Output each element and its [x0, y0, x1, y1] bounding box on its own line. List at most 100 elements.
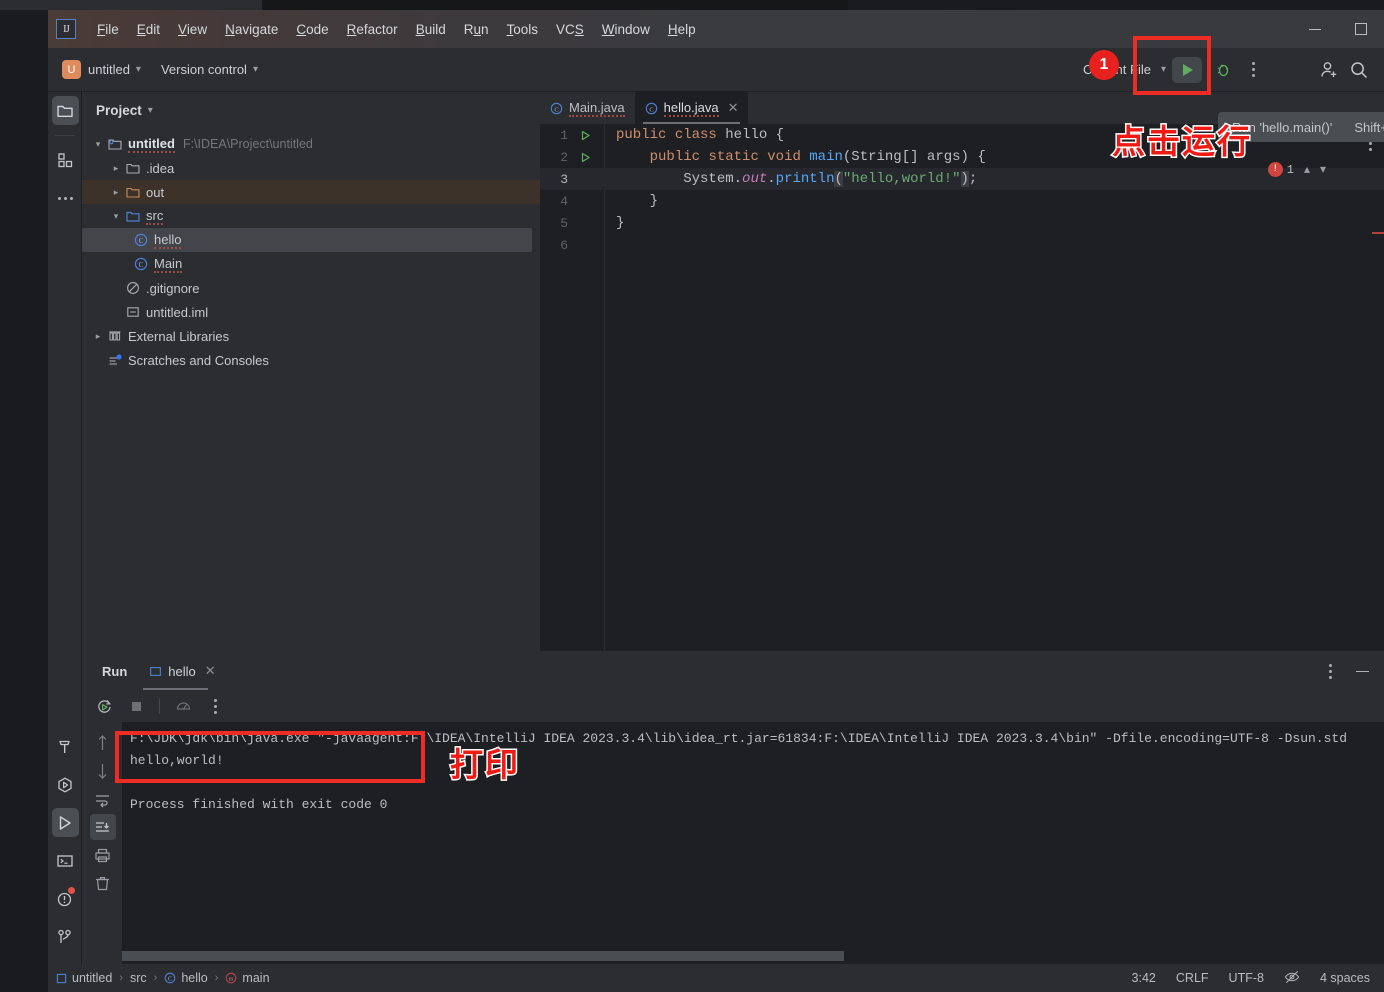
console-hscrollbar[interactable] — [122, 951, 1384, 961]
menu-file[interactable]: File — [88, 19, 128, 40]
tree-row-hello[interactable]: C hello — [82, 228, 532, 252]
close-icon[interactable]: ✕ — [728, 100, 739, 116]
editor-tab-hello-java[interactable]: C hello.java ✕ — [634, 92, 749, 124]
menu-code[interactable]: Code — [287, 19, 337, 40]
soft-wrap-button[interactable] — [88, 786, 116, 812]
tree-label: .gitignore — [146, 280, 200, 296]
debug-button[interactable] — [1208, 55, 1238, 85]
rail-structure-button[interactable] — [48, 141, 82, 179]
rail-git-button[interactable] — [48, 918, 82, 956]
scratches-icon — [106, 353, 124, 367]
version-control-label[interactable]: Version control — [161, 62, 247, 77]
chevron-right-icon[interactable]: ▸ — [108, 187, 124, 198]
rail-more-button[interactable] — [48, 179, 82, 217]
tree-row-src[interactable]: ▾ src — [82, 204, 540, 228]
toolbar-right-group: Current File ▾ — [1083, 55, 1384, 85]
run-tab-hello[interactable]: hello ✕ — [143, 652, 221, 690]
run-gutter-icon[interactable] — [574, 130, 596, 141]
intellij-idea-logo-icon: IJ — [56, 19, 76, 39]
tree-row-external-libraries[interactable]: ▸ External Libraries — [82, 324, 540, 348]
chevron-down-icon[interactable]: ▾ — [148, 105, 153, 116]
iml-file-icon — [124, 305, 142, 319]
indent-setting[interactable]: 4 spaces — [1320, 971, 1370, 985]
tree-row-iml[interactable]: untitled.iml — [82, 300, 540, 324]
menu-edit[interactable]: Edit — [128, 19, 169, 40]
breadcrumb-label: src — [129, 971, 147, 985]
menu-window[interactable]: Window — [593, 19, 659, 40]
readonly-toggle[interactable] — [1284, 969, 1300, 988]
desktop-left-strip — [0, 0, 48, 992]
folder-icon — [57, 105, 73, 117]
console-hscrollbar-thumb[interactable] — [122, 951, 844, 961]
profiler-button[interactable] — [169, 692, 197, 720]
minimize-button[interactable] — [1292, 10, 1338, 48]
arrow-down-icon — [98, 764, 106, 779]
module-icon — [106, 137, 124, 151]
scroll-to-end-button[interactable] — [88, 814, 116, 840]
chevron-down-icon[interactable]: ▾ — [90, 139, 106, 150]
maximize-button[interactable] — [1338, 10, 1384, 48]
menu-vcs[interactable]: VCS — [547, 19, 593, 40]
tree-label: .idea — [146, 160, 175, 176]
breadcrumb-item-untitled[interactable]: untitled — [56, 971, 112, 985]
rail-project-button[interactable] — [48, 92, 82, 130]
chevron-right-icon[interactable]: ▸ — [108, 163, 124, 174]
scroll-up-button[interactable] — [88, 730, 116, 756]
print-button[interactable] — [88, 842, 116, 868]
tree-row-idea[interactable]: ▸ .idea — [82, 156, 540, 180]
rail-bottom-group — [48, 728, 82, 956]
editor-tab-main-java[interactable]: C Main.java — [540, 92, 635, 124]
file-encoding[interactable]: UTF-8 — [1229, 971, 1264, 985]
chevron-down-icon[interactable]: ▾ — [1320, 162, 1326, 177]
inspection-status[interactable]: ! 1 ▴ ▾ — [1267, 162, 1326, 177]
project-name-label[interactable]: untitled — [88, 62, 130, 77]
chevron-down-icon[interactable]: ▾ — [108, 211, 124, 222]
menu-help[interactable]: Help — [659, 19, 705, 40]
java-class-icon: C — [165, 972, 176, 984]
stop-button[interactable] — [122, 692, 150, 720]
tree-row-main[interactable]: C Main — [82, 252, 540, 276]
close-icon[interactable]: ✕ — [205, 663, 216, 679]
rail-terminal-button[interactable] — [48, 842, 82, 880]
tree-label: out — [146, 184, 165, 200]
tree-row-untitled[interactable]: ▾ untitled F:\IDEA\Project\untitled — [82, 132, 540, 156]
tree-row-gitignore[interactable]: .gitignore — [82, 276, 540, 300]
menu-build[interactable]: Build — [407, 19, 455, 40]
run-panel-minimize-button[interactable] — [1348, 657, 1376, 685]
run-gutter-icon[interactable] — [574, 152, 596, 163]
breadcrumb-item-src[interactable]: src — [130, 971, 147, 985]
breadcrumb-item-hello[interactable]: C hello — [164, 971, 208, 985]
problems-badge-dot — [68, 887, 75, 894]
tree-row-scratches[interactable]: Scratches and Consoles — [82, 348, 540, 372]
caret-position[interactable]: 3:42 — [1132, 971, 1156, 985]
chevron-right-icon[interactable]: ▸ — [90, 331, 106, 342]
search-button[interactable] — [1344, 55, 1374, 85]
print-icon — [94, 848, 110, 862]
tree-row-out[interactable]: ▸ out — [82, 180, 540, 204]
toolbar-more-button[interactable] — [1238, 55, 1268, 85]
line-separator[interactable]: CRLF — [1176, 971, 1209, 985]
chevron-up-icon[interactable]: ▴ — [1304, 162, 1310, 177]
console-options-button[interactable] — [201, 692, 229, 720]
account-button[interactable] — [1314, 55, 1344, 85]
code-editor[interactable]: 1 public class hello { 2 public static v… — [540, 124, 1384, 651]
breadcrumb-separator: › — [119, 972, 123, 984]
run-panel-options-button[interactable] — [1316, 657, 1344, 685]
breadcrumb-item-main[interactable]: m main — [225, 971, 270, 985]
project-tool-window: Project ▾ ▾ untitled F:\IDEA\Project\unt… — [82, 92, 540, 651]
menu-run[interactable]: Run — [455, 19, 498, 40]
rail-problems-button[interactable] — [48, 880, 82, 918]
menu-view[interactable]: View — [169, 19, 216, 40]
rail-run-button[interactable] — [48, 804, 82, 842]
error-count: 1 — [1286, 162, 1294, 177]
menu-tools[interactable]: Tools — [498, 19, 548, 40]
rail-run-config-button[interactable] — [48, 766, 82, 804]
svg-text:C: C — [139, 237, 144, 245]
menu-refactor[interactable]: Refactor — [338, 19, 407, 40]
menu-navigate[interactable]: Navigate — [216, 19, 287, 40]
rail-build-button[interactable] — [48, 728, 82, 766]
rerun-button[interactable] — [90, 692, 118, 720]
scroll-down-button[interactable] — [88, 758, 116, 784]
svg-text:m: m — [229, 977, 234, 983]
clear-all-button[interactable] — [88, 870, 116, 896]
